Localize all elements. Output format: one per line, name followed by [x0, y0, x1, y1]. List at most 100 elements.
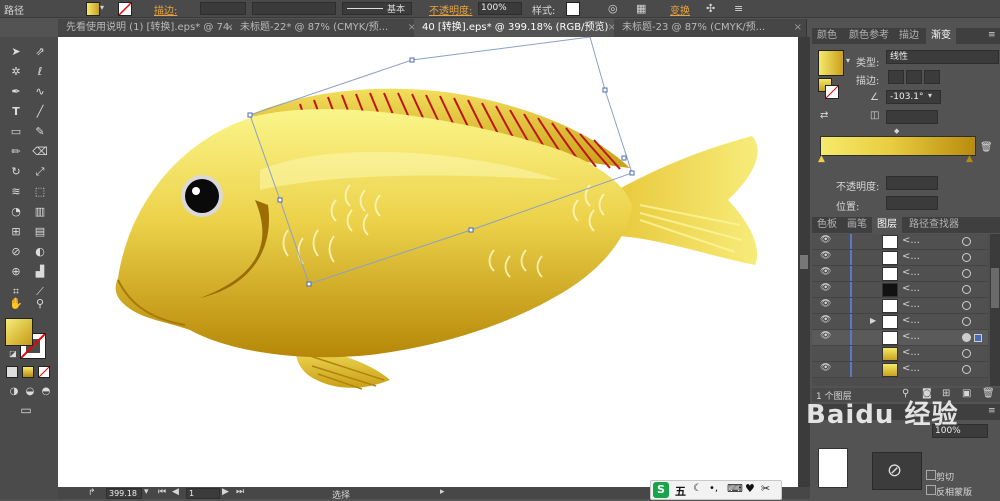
tab-stroke[interactable]: 描边	[894, 28, 924, 44]
gradient-stop-left[interactable]: ▲	[818, 154, 825, 164]
stroke-swatch[interactable]	[118, 2, 132, 16]
eye-icon[interactable]: 👁	[820, 235, 831, 245]
layer-row[interactable]: 👁 <...	[812, 282, 988, 298]
magic-wand-tool-icon[interactable]: ✲	[8, 64, 24, 80]
isolate-icon[interactable]: ✣	[706, 2, 715, 15]
selection-indicator[interactable]	[974, 334, 982, 342]
free-transform-tool-icon[interactable]: ⬚	[32, 184, 48, 200]
delete-layer-icon[interactable]: 🗑	[982, 388, 995, 399]
eye-icon[interactable]: 👁	[820, 283, 831, 293]
target-icon[interactable]	[962, 301, 971, 310]
eye-icon[interactable]: 👁	[820, 363, 831, 373]
opacity-field[interactable]: 100%	[478, 2, 522, 15]
target-icon[interactable]	[962, 285, 971, 294]
layer-row[interactable]: 👁 <...	[812, 362, 988, 378]
next-page-icon[interactable]: ▶	[222, 487, 229, 497]
stroke-gradient-along-button[interactable]	[906, 70, 922, 84]
shape-builder-tool-icon[interactable]: ◔	[8, 204, 24, 220]
screen-mode-icon[interactable]: ▭	[18, 402, 34, 418]
tab-doc-2[interactable]: 未标题-22* @ 87% (CMYK/预... ×	[232, 19, 421, 37]
target-icon[interactable]	[962, 317, 971, 326]
brush-profile-field[interactable]: 基本	[342, 2, 412, 15]
expand-arrow-icon[interactable]: ▶	[870, 316, 876, 325]
close-icon[interactable]: ×	[794, 19, 802, 37]
scroll-thumb[interactable]	[800, 255, 808, 269]
default-colors-icon[interactable]: ◪	[5, 346, 21, 362]
tab-color-guide[interactable]: 颜色参考	[844, 28, 894, 44]
chevron-down-icon[interactable]: ▾	[928, 91, 932, 100]
layer-row[interactable]: 👁 <...	[812, 266, 988, 282]
layers-scrollbar[interactable]	[990, 234, 1000, 386]
stop-opacity-field[interactable]	[886, 176, 938, 190]
draw-mode-icon[interactable]: ◑	[6, 384, 22, 400]
gradient-stop-right[interactable]: ▲	[966, 154, 973, 164]
punctuation-icon[interactable]: •,	[709, 483, 718, 494]
object-thumbnail[interactable]	[818, 448, 848, 488]
zoom-tool-icon[interactable]: ⚲	[32, 296, 48, 312]
tab-doc-3-active[interactable]: 40 [转换].eps* @ 399.18% (RGB/预览) ×	[414, 19, 621, 37]
last-page-icon[interactable]: ⏭	[236, 487, 244, 497]
stop-location-field[interactable]	[886, 196, 938, 210]
tab-pathfinder[interactable]: 路径查找器	[904, 217, 964, 233]
gradient-mode-icon[interactable]	[22, 366, 34, 378]
moon-icon[interactable]: ☾	[693, 483, 702, 494]
layer-row[interactable]: 👁 <...	[812, 298, 988, 314]
gradient-type-select[interactable]: 线性	[886, 50, 999, 64]
eye-icon[interactable]: 👁	[820, 251, 831, 261]
stroke-label[interactable]: 描边:	[154, 2, 177, 17]
tab-swatches[interactable]: 色板	[812, 217, 842, 233]
opacity-label[interactable]: 不透明度:	[429, 2, 472, 17]
invert-mask-checkbox[interactable]	[926, 485, 936, 495]
target-icon[interactable]	[962, 333, 971, 342]
new-layer-icon[interactable]: ▣	[962, 388, 971, 399]
layer-row[interactable]: 👁 <...	[812, 250, 988, 266]
color-mode-icon[interactable]	[6, 366, 18, 378]
warp-tool-icon[interactable]: ≋	[8, 184, 24, 200]
make-mask-button[interactable]: ⊘	[872, 452, 922, 490]
tab-doc-4[interactable]: 未标题-23 @ 87% (CMYK/预... ×	[614, 19, 807, 37]
draw-behind-icon[interactable]: ◒	[22, 384, 38, 400]
chevron-down-icon[interactable]: ▾	[144, 487, 149, 497]
tab-brushes[interactable]: 画笔	[842, 217, 872, 233]
ime-mode[interactable]: 五	[675, 483, 686, 499]
status-menu-icon[interactable]: ▸	[440, 487, 445, 497]
midpoint-diamond-icon[interactable]: ◆	[894, 127, 899, 135]
skin-icon[interactable]: ♥	[745, 482, 755, 495]
keyboard-icon[interactable]: ⌨	[727, 482, 743, 495]
stroke-gradient-within-button[interactable]	[888, 70, 904, 84]
angle-field[interactable]: -103.1°	[886, 90, 941, 104]
reverse-gradient-icon[interactable]: ⇄	[820, 110, 828, 121]
type-tool-icon[interactable]: T	[8, 104, 24, 120]
transform-label[interactable]: 变换	[670, 2, 690, 17]
fill-color-box[interactable]	[5, 318, 33, 346]
stroke-gradient-across-button[interactable]	[924, 70, 940, 84]
stroke-weight-field[interactable]	[200, 2, 246, 15]
artboard-icon[interactable]: ↱	[88, 488, 96, 498]
target-icon[interactable]	[962, 237, 971, 246]
style-swatch[interactable]	[566, 2, 580, 16]
draw-inside-icon[interactable]: ◓	[38, 384, 54, 400]
chevron-down-icon[interactable]: ▾	[100, 3, 104, 12]
prev-page-icon[interactable]: ◀	[172, 487, 179, 497]
selection-tool-icon[interactable]: ➤	[8, 44, 24, 60]
zoom-field[interactable]: 399.18	[106, 488, 142, 499]
panel-menu-icon[interactable]: ≡	[988, 30, 996, 40]
first-page-icon[interactable]: ⏮	[158, 487, 166, 497]
page-field[interactable]: 1	[186, 488, 220, 499]
scale-tool-icon[interactable]: ⤢	[32, 164, 48, 180]
layer-row[interactable]: 👁 <...	[812, 234, 988, 250]
ime-logo-icon[interactable]: S	[653, 482, 669, 498]
gradient-tool-icon[interactable]: ▤	[32, 224, 48, 240]
eyedropper-tool-icon[interactable]: ⊘	[8, 244, 24, 260]
tab-gradient[interactable]: 渐变	[926, 28, 956, 44]
target-icon[interactable]	[962, 269, 971, 278]
eye-icon[interactable]: 👁	[820, 267, 831, 277]
target-icon[interactable]	[962, 253, 971, 262]
target-icon[interactable]	[962, 365, 971, 374]
align-icon[interactable]: ▦	[636, 2, 646, 15]
eraser-tool-icon[interactable]: ⌫	[32, 144, 48, 160]
line-tool-icon[interactable]: ╱	[32, 104, 48, 120]
tab-layers[interactable]: 图层	[872, 217, 902, 233]
tab-doc-1[interactable]: 先看使用说明 (1) [转换].eps* @ 74... ×	[58, 19, 239, 37]
fill-swatch[interactable]	[86, 2, 100, 16]
